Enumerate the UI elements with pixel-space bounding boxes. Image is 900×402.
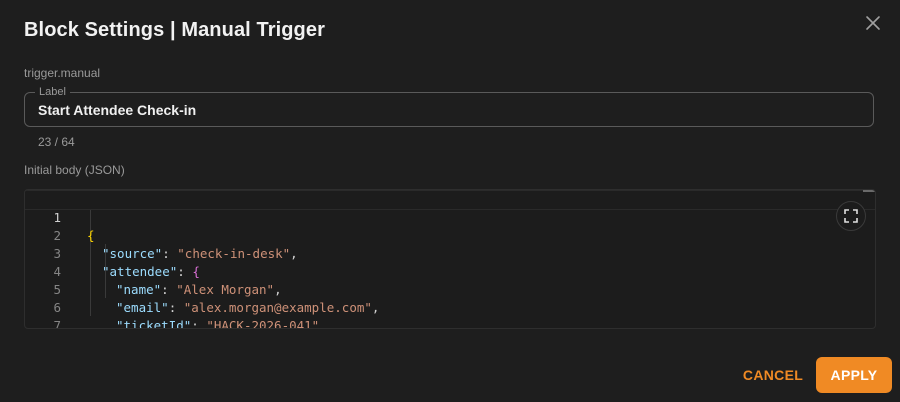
close-button[interactable] bbox=[862, 12, 884, 34]
code-line[interactable]: 1 { bbox=[25, 190, 875, 243]
code-line[interactable]: 4 "name": "Alex Morgan", bbox=[25, 245, 875, 297]
code-line[interactable]: 5 "email": "alex.morgan@example.com", bbox=[25, 263, 875, 315]
cancel-button[interactable]: CANCEL bbox=[735, 360, 811, 390]
code-line[interactable]: 6 "ticketId": "HACK-2026-041" bbox=[25, 281, 875, 328]
code-line[interactable]: 8 } bbox=[25, 317, 875, 328]
block-type-label: trigger.manual bbox=[24, 66, 101, 80]
close-icon bbox=[866, 16, 880, 30]
fullscreen-button[interactable] bbox=[836, 201, 866, 231]
apply-button[interactable]: APPLY bbox=[816, 357, 892, 393]
expand-icon bbox=[844, 209, 858, 223]
initial-body-label: Initial body (JSON) bbox=[24, 163, 125, 177]
label-input[interactable] bbox=[38, 93, 858, 126]
block-settings-dialog: Block Settings | Manual Trigger trigger.… bbox=[0, 0, 900, 402]
code-line[interactable]: 3 "attendee": { bbox=[25, 227, 875, 279]
label-field[interactable]: Label bbox=[24, 85, 874, 127]
code-line[interactable]: 2 "source": "check-in-desk", bbox=[25, 209, 875, 261]
code-line[interactable]: 7 } bbox=[25, 299, 875, 328]
scrollbar-thumb[interactable] bbox=[863, 190, 875, 192]
label-char-count: 23 / 64 bbox=[38, 135, 75, 149]
json-code-editor[interactable]: 1 { 2 "source": "check-in-desk", 3 "atte… bbox=[24, 189, 876, 329]
dialog-title: Block Settings | Manual Trigger bbox=[24, 19, 325, 41]
